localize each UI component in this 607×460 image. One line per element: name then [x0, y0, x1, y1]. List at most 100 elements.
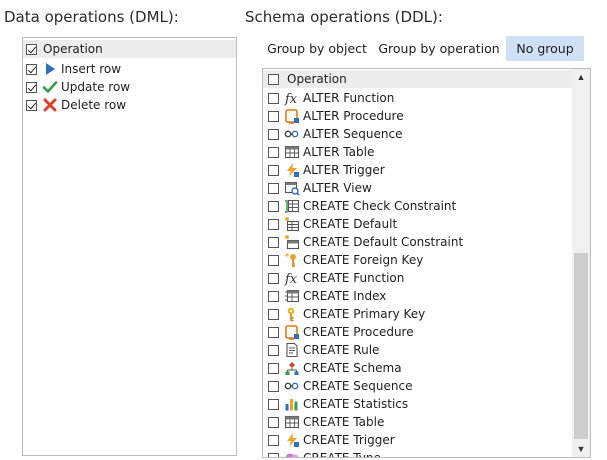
ddl-item-label: ALTER Trigger — [303, 163, 385, 177]
ddl-item-label: CREATE Function — [303, 271, 405, 285]
ddl-item-label: CREATE Trigger — [303, 433, 395, 447]
ddl-item-row[interactable]: ALTER Trigger — [263, 161, 572, 179]
ddl-item-row[interactable]: CREATE Statistics — [263, 395, 572, 413]
dml-item-checkbox[interactable] — [26, 99, 37, 111]
ddl-item-label: CREATE Primary Key — [303, 307, 426, 321]
ddl-item-checkbox[interactable] — [268, 290, 279, 302]
default-icon — [284, 216, 300, 232]
ddl-item-label: CREATE Table — [303, 415, 385, 429]
ddl-item-checkbox[interactable] — [268, 128, 279, 140]
svg-text:fx: fx — [284, 272, 298, 286]
no-group-button[interactable]: No group — [506, 36, 584, 61]
ddl-item-label: ALTER Sequence — [303, 127, 403, 141]
ddl-item-row[interactable]: ALTER Table — [263, 143, 572, 161]
dml-item-row[interactable]: Delete row — [23, 96, 236, 114]
ddl-item-row[interactable]: ALTER View — [263, 179, 572, 197]
vertical-scrollbar[interactable]: ▲ ▼ — [572, 69, 590, 457]
ddl-item-label: ALTER Procedure — [303, 109, 404, 123]
ddl-item-checkbox[interactable] — [268, 146, 279, 158]
dml-select-all-checkbox[interactable] — [26, 43, 37, 55]
type-icon — [284, 450, 300, 457]
ddl-header-row: Operation — [263, 70, 572, 88]
table-icon — [284, 414, 300, 430]
primary-key-icon — [284, 306, 300, 322]
ddl-item-label: CREATE Default Constraint — [303, 235, 464, 249]
ddl-item-row[interactable]: CREATE Sequence — [263, 377, 572, 395]
ddl-item-row[interactable]: CREATE Table — [263, 413, 572, 431]
trigger-icon — [284, 432, 300, 448]
ddl-item-checkbox[interactable] — [268, 218, 279, 230]
ddl-item-label: CREATE Foreign Key — [303, 253, 424, 267]
ddl-item-checkbox[interactable] — [268, 110, 279, 122]
ddl-item-label: CREATE Type — [303, 451, 381, 457]
dml-item-label: Delete row — [61, 98, 127, 112]
scroll-thumb[interactable] — [574, 253, 588, 439]
ddl-item-checkbox[interactable] — [268, 92, 279, 104]
trigger-icon — [284, 162, 300, 178]
ddl-item-label: ALTER View — [303, 181, 372, 195]
group-by-operation-button[interactable]: Group by operation — [378, 36, 499, 61]
ddl-item-checkbox[interactable] — [268, 416, 279, 428]
ddl-item-checkbox[interactable] — [268, 362, 279, 374]
ddl-item-row[interactable]: ALTER Sequence — [263, 125, 572, 143]
foreign-key-icon — [284, 252, 300, 268]
ddl-item-label: CREATE Sequence — [303, 379, 413, 393]
ddl-item-label: ALTER Function — [303, 91, 395, 105]
ddl-item-checkbox[interactable] — [268, 434, 279, 446]
checkmark-icon — [42, 79, 58, 95]
ddl-item-row[interactable]: CREATE Default — [263, 215, 572, 233]
ddl-item-checkbox[interactable] — [268, 272, 279, 284]
ddl-select-all-checkbox[interactable] — [268, 73, 279, 85]
dml-item-checkbox[interactable] — [26, 81, 37, 93]
ddl-item-checkbox[interactable] — [268, 452, 279, 457]
rule-icon — [284, 342, 300, 358]
ddl-item-row[interactable]: ALTER Procedure — [263, 107, 572, 125]
scroll-up-arrow-icon[interactable]: ▲ — [572, 69, 590, 85]
ddl-item-checkbox[interactable] — [268, 236, 279, 248]
ddl-header-label: Operation — [287, 72, 347, 86]
dml-item-checkbox[interactable] — [26, 63, 37, 75]
play-triangle-icon — [42, 61, 58, 77]
ddl-title: Schema operations (DDL): — [245, 8, 443, 26]
ddl-item-checkbox[interactable] — [268, 344, 279, 356]
ddl-item-row[interactable]: CREATE Type — [263, 449, 572, 457]
dml-header-label: Operation — [43, 42, 103, 56]
ddl-item-checkbox[interactable] — [268, 308, 279, 320]
ddl-item-row[interactable]: fx ALTER Function — [263, 89, 572, 107]
sequence-icon — [284, 126, 300, 142]
procedure-icon — [284, 324, 300, 340]
sequence-icon — [284, 378, 300, 394]
ddl-item-label: CREATE Statistics — [303, 397, 409, 411]
ddl-item-row[interactable]: CREATE Default Constraint — [263, 233, 572, 251]
ddl-item-label: CREATE Rule — [303, 343, 380, 357]
ddl-item-row[interactable]: CREATE Rule — [263, 341, 572, 359]
index-icon — [284, 288, 300, 304]
ddl-item-row[interactable]: CREATE Primary Key — [263, 305, 572, 323]
default-constraint-icon — [284, 234, 300, 250]
ddl-item-checkbox[interactable] — [268, 398, 279, 410]
group-by-object-button[interactable]: Group by object — [267, 36, 367, 61]
ddl-item-label: CREATE Index — [303, 289, 387, 303]
red-x-icon — [42, 97, 58, 113]
view-icon — [284, 180, 300, 196]
ddl-item-checkbox[interactable] — [268, 380, 279, 392]
ddl-item-row[interactable]: fx CREATE Function — [263, 269, 572, 287]
dml-item-row[interactable]: Insert row — [23, 60, 236, 78]
schema-icon — [284, 360, 300, 376]
ddl-item-checkbox[interactable] — [268, 182, 279, 194]
ddl-item-checkbox[interactable] — [268, 164, 279, 176]
ddl-item-row[interactable]: CREATE Index — [263, 287, 572, 305]
dml-item-row[interactable]: Update row — [23, 78, 236, 96]
dml-title: Data operations (DML): — [4, 8, 179, 26]
ddl-item-checkbox[interactable] — [268, 326, 279, 338]
ddl-item-checkbox[interactable] — [268, 200, 279, 212]
scroll-down-arrow-icon[interactable]: ▼ — [572, 441, 590, 457]
dml-operations-list: Operation Insert row Update row Delete row — [22, 37, 237, 456]
ddl-item-checkbox[interactable] — [268, 254, 279, 266]
procedure-icon — [284, 108, 300, 124]
ddl-item-row[interactable]: CREATE Procedure — [263, 323, 572, 341]
ddl-item-row[interactable]: CREATE Check Constraint — [263, 197, 572, 215]
ddl-item-row[interactable]: CREATE Trigger — [263, 431, 572, 449]
ddl-item-row[interactable]: CREATE Foreign Key — [263, 251, 572, 269]
ddl-item-row[interactable]: CREATE Schema — [263, 359, 572, 377]
